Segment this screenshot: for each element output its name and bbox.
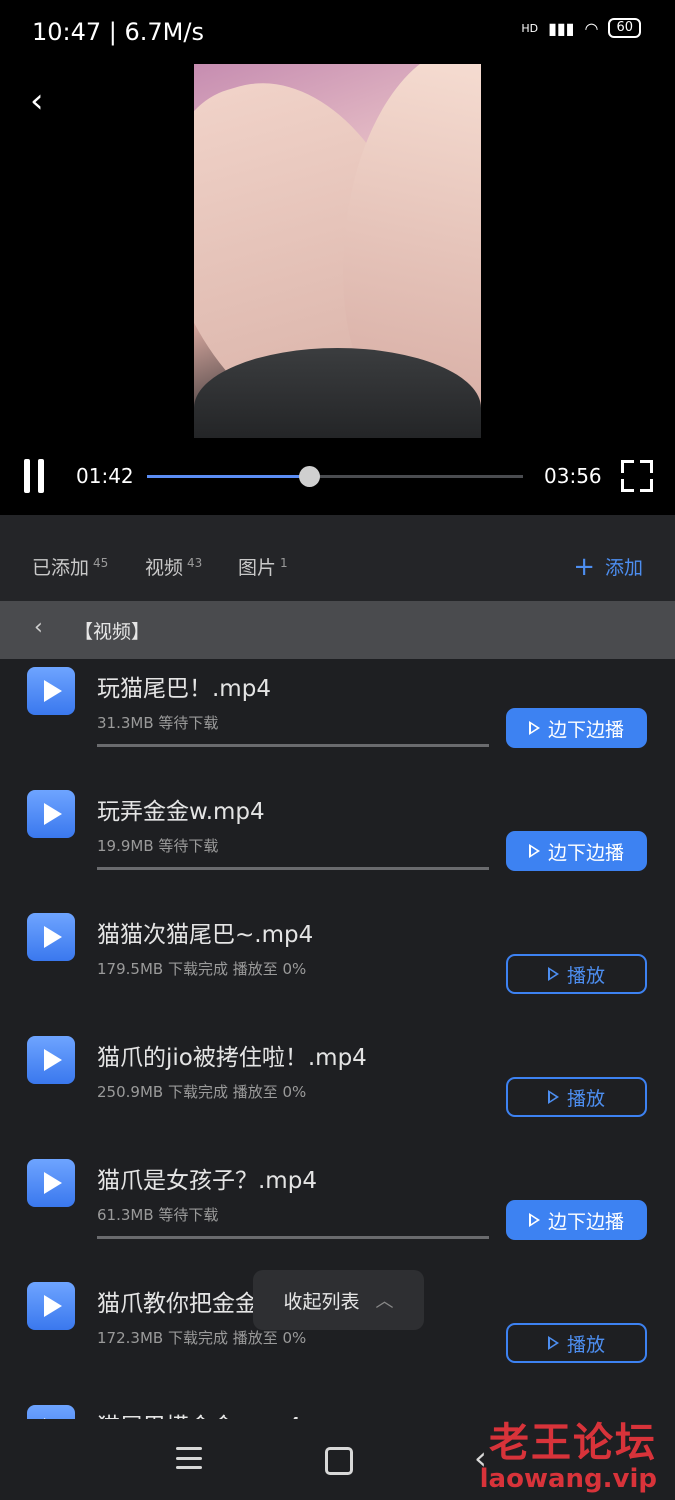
list-item[interactable]: 玩猫尾巴！.mp4 31.3MB 等待下载 边下边播 [0,659,675,782]
chevron-up-icon: ︿ [375,1291,394,1312]
file-name: 猫爪的jio被拷住啦！.mp4 [97,1045,367,1071]
video-file-icon [27,1405,75,1419]
breadcrumb-title: 【视频】 [74,621,151,643]
list-item[interactable]: 猫爪的jio被拷住啦！.mp4 250.9MB 下载完成 播放至 0% 播放 [0,1028,675,1151]
back-icon[interactable]: ‹ [30,84,60,118]
tab-added-label: 已添加 [32,557,90,579]
list-item[interactable]: 猫爪是女孩子？.mp4 61.3MB 等待下载 边下边播 [0,1151,675,1274]
file-name: 玩弄金金w.mp4 [97,799,265,825]
video-file-icon [27,913,75,961]
collapse-label: 收起列表 [283,1290,360,1313]
button-label: 播放 [566,1087,605,1110]
add-label: 添加 [604,557,643,579]
file-name: 玩猫尾巴！.mp4 [97,676,271,702]
video-file-icon [27,790,75,838]
tab-bar: 已添加 45 视频 43 图片 1 + 添加 [0,515,675,601]
stream-play-button[interactable]: 边下边播 [506,708,647,748]
file-name: 猫猫次猫尾巴~.mp4 [97,922,314,948]
watermark-title: 老王论坛 [489,1419,657,1466]
list-item[interactable]: 玩弄金金w.mp4 19.9MB 等待下载 边下边播 [0,782,675,905]
watermark-url: laowang.vip [479,1464,657,1494]
tab-image[interactable]: 图片 1 [238,553,288,580]
tab-added[interactable]: 已添加 45 [32,553,108,580]
button-label: 播放 [566,964,605,987]
button-label: 边下边播 [547,841,624,864]
chevron-left-icon[interactable]: ‹ [34,615,43,640]
tab-video-count: 43 [187,555,203,570]
add-button[interactable]: + 添加 [573,553,643,580]
signal-icon: ▮▮▮ [548,18,575,38]
play-icon [528,844,540,858]
play-button[interactable]: 播放 [506,1323,647,1363]
recent-apps-icon[interactable] [176,1447,202,1469]
file-meta: 19.9MB 等待下载 [97,837,219,855]
file-name: 猫尾巴摸金金 .mp4 [97,1407,301,1419]
tab-added-count: 45 [93,555,109,570]
play-icon [528,1213,540,1227]
play-icon [547,1090,559,1104]
status-time: 10:47 | 6.7M/s [32,18,204,46]
stream-play-button[interactable]: 边下边播 [506,831,647,871]
fullscreen-icon[interactable] [621,460,653,492]
video-file-icon [27,667,75,715]
button-label: 边下边播 [547,1210,624,1233]
video-file-icon [27,1036,75,1084]
video-player[interactable]: ‹ 01:42 03:56 [0,0,675,515]
status-icons: HD ▮▮▮ ◠ 60 [521,18,641,38]
seek-knob[interactable] [298,466,320,487]
wifi-icon: ◠ [584,18,599,38]
video-file-icon [27,1159,75,1207]
play-icon [528,721,540,735]
stream-play-button[interactable]: 边下边播 [506,1200,647,1240]
breadcrumb: ‹ 【视频】 [0,601,675,659]
button-label: 播放 [566,1333,605,1356]
collapse-list-button[interactable]: 收起列表 ︿ [253,1270,424,1330]
file-name: 猫爪是女孩子？.mp4 [97,1168,317,1194]
tab-image-count: 1 [280,555,288,570]
download-progress-bar [97,867,489,870]
current-time: 01:42 [76,464,134,488]
list-item[interactable]: 猫猫次猫尾巴~.mp4 179.5MB 下载完成 播放至 0% 播放 [0,905,675,1028]
play-button[interactable]: 播放 [506,1077,647,1117]
plus-icon: + [573,551,595,582]
signal-hd-icon: HD [521,21,539,35]
file-name: 猫爪教你把金金 [97,1291,258,1317]
watermark: 老王论坛 laowang.vip [480,1410,657,1494]
status-bar: 10:47 | 6.7M/s HD ▮▮▮ ◠ 60 [0,0,675,64]
pause-button[interactable] [24,459,54,493]
tab-image-label: 图片 [238,557,277,579]
duration: 03:56 [544,464,602,488]
video-file-icon [27,1282,75,1330]
button-label: 边下边播 [547,718,624,741]
file-meta: 172.3MB 下载完成 播放至 0% [97,1329,307,1347]
file-meta: 61.3MB 等待下载 [97,1206,219,1224]
file-meta: 31.3MB 等待下载 [97,714,219,732]
seek-bar-fill [147,475,309,478]
home-icon[interactable] [325,1447,353,1475]
file-meta: 250.9MB 下载完成 播放至 0% [97,1083,307,1101]
download-progress-bar [97,1236,489,1239]
seek-bar[interactable] [147,466,523,487]
battery-icon: 60 [608,18,641,38]
file-meta: 179.5MB 下载完成 播放至 0% [97,960,307,978]
play-button[interactable]: 播放 [506,954,647,994]
download-progress-bar [97,744,489,747]
video-frame[interactable] [194,58,481,438]
play-icon [547,967,559,981]
play-icon [547,1336,559,1350]
tab-video-label: 视频 [145,557,184,579]
tab-video[interactable]: 视频 43 [145,553,202,580]
